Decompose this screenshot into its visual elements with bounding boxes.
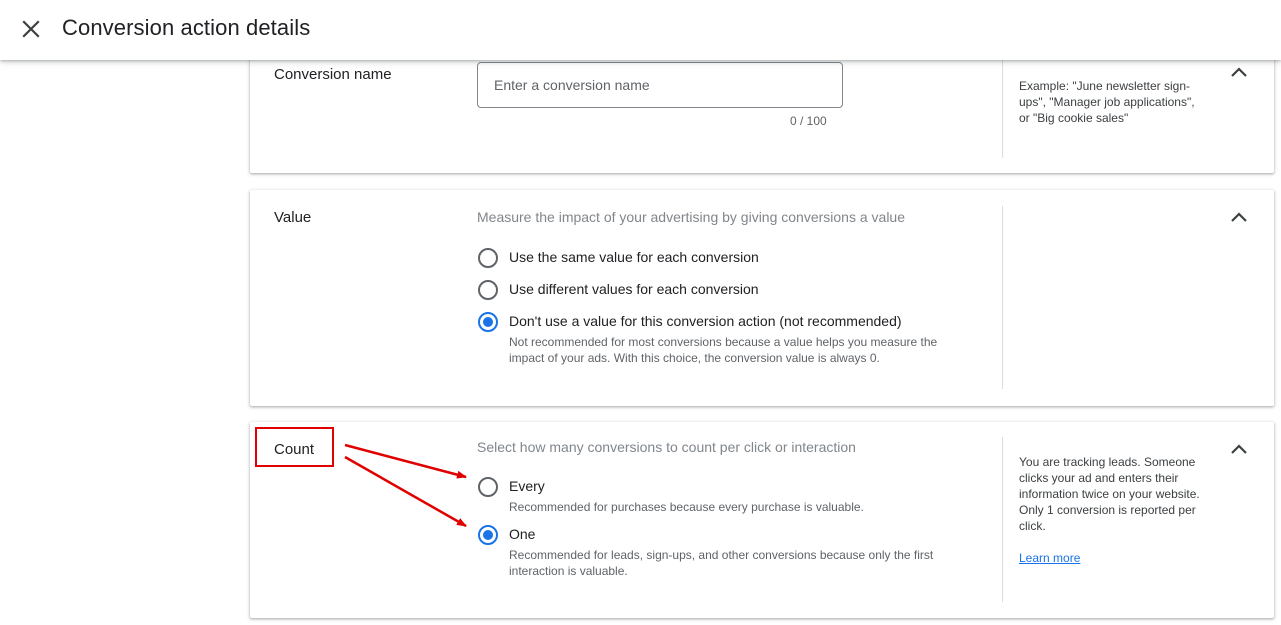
radio-label: One	[509, 526, 536, 542]
card-divider	[1002, 58, 1003, 158]
value-label: Value	[274, 209, 312, 226]
chevron-up-icon	[1231, 444, 1247, 454]
learn-more-link[interactable]: Learn more	[1019, 551, 1080, 565]
radio-button[interactable]	[478, 477, 498, 497]
radio-button[interactable]	[478, 280, 498, 300]
radio-description: Recommended for purchases because every …	[509, 500, 864, 514]
conversion-name-input[interactable]	[477, 62, 843, 108]
count-label: Count	[274, 441, 315, 458]
card-divider	[1002, 437, 1003, 602]
radio-label: Every	[509, 478, 545, 494]
chevron-up-icon	[1231, 212, 1247, 222]
page-header: Conversion action details	[0, 0, 1281, 60]
conversion-name-label: Conversion name	[274, 66, 392, 83]
radio-label: Use the same value for each conversion	[509, 249, 759, 265]
collapse-conversion-name-button[interactable]	[1228, 62, 1250, 84]
count-card: Count Select how many conversions to cou…	[250, 422, 1274, 618]
value-card: Value Measure the impact of your adverti…	[250, 190, 1274, 406]
radio-description: Recommended for leads, sign-ups, and oth…	[509, 548, 934, 578]
page-title: Conversion action details	[62, 15, 311, 40]
collapse-value-button[interactable]	[1228, 207, 1250, 229]
card-divider	[1002, 206, 1003, 389]
collapse-count-button[interactable]	[1228, 439, 1250, 461]
radio-button[interactable]	[478, 248, 498, 268]
value-description: Measure the impact of your advertising b…	[477, 209, 905, 225]
radio-button-selected[interactable]	[478, 312, 498, 332]
radio-description: Not recommended for most conversions bec…	[509, 335, 938, 365]
count-help: You are tracking leads. Someone clicks y…	[1019, 454, 1205, 566]
chevron-up-icon	[1231, 67, 1247, 77]
character-counter: 0 / 100	[790, 114, 827, 128]
close-button[interactable]	[16, 14, 46, 44]
conversion-name-help: Example: "June newsletter sign-ups", "Ma…	[1019, 79, 1195, 125]
radio-label: Use different values for each conversion	[509, 281, 759, 297]
close-icon	[22, 20, 40, 38]
radio-label: Don't use a value for this conversion ac…	[509, 313, 902, 329]
count-help-text: You are tracking leads. Someone clicks y…	[1019, 455, 1200, 533]
count-description: Select how many conversions to count per…	[477, 439, 856, 455]
radio-button-selected[interactable]	[478, 525, 498, 545]
